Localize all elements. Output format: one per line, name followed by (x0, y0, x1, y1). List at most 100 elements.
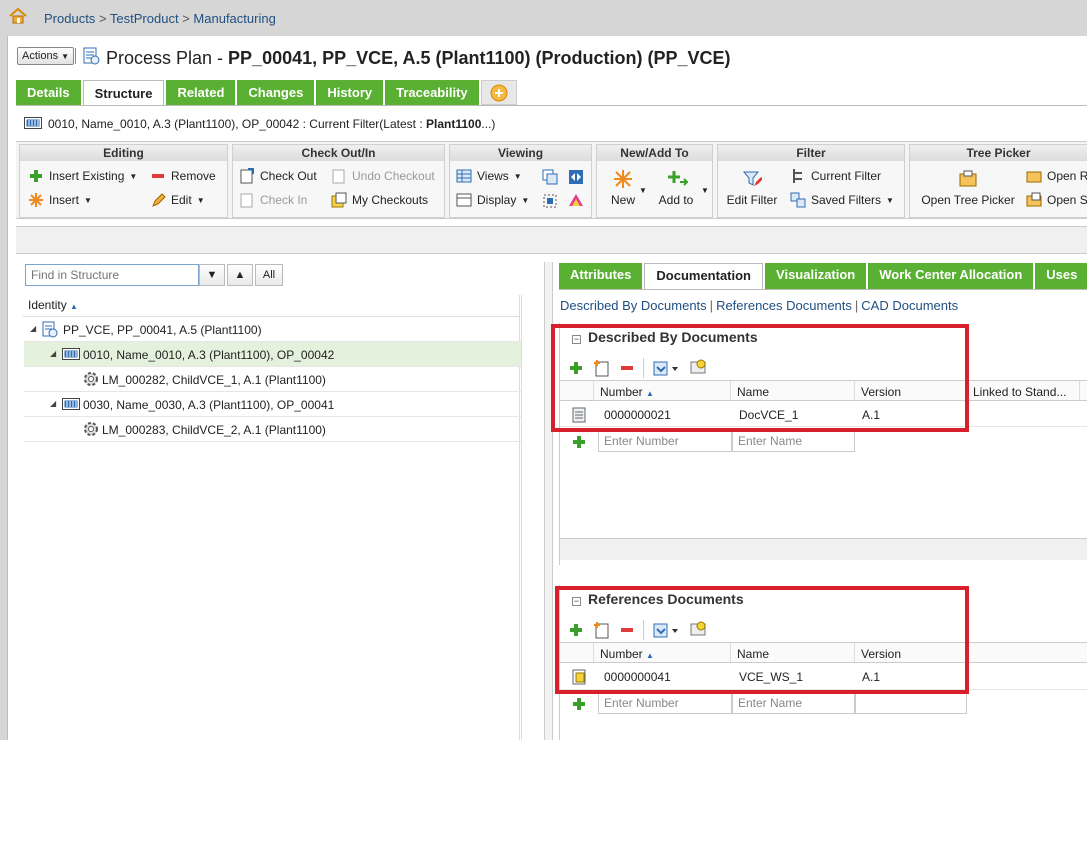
breadcrumb-separator: > (98, 11, 107, 26)
chevron-down-icon: ▼ (513, 171, 522, 181)
enter-number-input[interactable]: Enter Number (598, 430, 732, 452)
tree-row[interactable]: ◢ PP_VCE, PP_00041, A.5 (Plant1100) (24, 317, 521, 342)
enter-name-input[interactable]: Enter Name (732, 692, 855, 714)
undo-checkout-icon (331, 168, 347, 184)
tab-changes[interactable]: Changes (237, 80, 315, 105)
tab-uses[interactable]: Uses (1035, 263, 1087, 289)
check-out-button[interactable]: Check Out (239, 168, 317, 184)
tree-row[interactable]: LM_000283, ChildVCE_2, A.1 (Plant1100) (24, 417, 521, 442)
divider (75, 48, 76, 64)
display-button[interactable]: Display ▼ (456, 192, 529, 208)
expanded-triangle-icon[interactable]: ◢ (50, 399, 56, 408)
actions-button[interactable]: Actions ▼ (17, 47, 75, 65)
tree-row-selected[interactable]: ◢ 0010, Name_0010, A.3 (Plant1100), OP_0… (24, 342, 521, 367)
tree-picker-icon (958, 169, 978, 189)
link-described-by-documents[interactable]: Described By Documents (560, 298, 707, 313)
tab-traceability[interactable]: Traceability (385, 80, 479, 105)
edit-button[interactable]: Edit ▼ (150, 192, 205, 208)
chevron-down-icon[interactable]: ▼ (639, 186, 647, 195)
group-title: New/Add To (597, 145, 712, 161)
panel-footer (560, 538, 1087, 560)
tab-documentation[interactable]: Documentation (644, 263, 764, 289)
version-input[interactable] (855, 692, 967, 714)
tab-structure[interactable]: Structure (82, 80, 165, 106)
column-header-identity[interactable]: Identity ▲ (23, 295, 520, 317)
open-r-button[interactable]: Open R (1026, 168, 1087, 184)
add-row-icon[interactable] (571, 434, 587, 453)
saved-filters-label: Saved Filters (811, 193, 882, 207)
copy-view-icon[interactable] (542, 169, 558, 188)
new-button[interactable]: New (603, 169, 643, 207)
saved-filters-button[interactable]: Saved Filters ▼ (790, 192, 894, 208)
chevron-down-icon: ▼ (61, 52, 70, 61)
edit-filter-label: Edit Filter (726, 193, 778, 207)
enter-number-input[interactable]: Enter Number (598, 692, 732, 714)
find-next-button[interactable]: ▼ (199, 264, 225, 286)
link-cad-documents[interactable]: CAD Documents (861, 298, 958, 313)
undo-checkout-button[interactable]: Undo Checkout (331, 168, 435, 184)
expanded-triangle-icon[interactable]: ◢ (50, 349, 56, 358)
new-label: New (610, 193, 635, 207)
tab-history[interactable]: History (316, 80, 384, 105)
toolbar-ribbon: Editing Insert Existing ▼ Remove Insert ▼ … (16, 141, 1087, 219)
open-tree-picker-button[interactable]: Open Tree Picker (916, 169, 1020, 207)
home-icon[interactable] (9, 7, 27, 27)
tree-row[interactable]: LM_000282, ChildVCE_1, A.1 (Plant1100) (24, 367, 521, 392)
open-s-label: Open S (1047, 193, 1087, 207)
enter-name-input[interactable]: Enter Name (732, 430, 855, 452)
insert-button[interactable]: Insert ▼ (28, 192, 92, 208)
add-to-icon (666, 169, 690, 189)
add-row-icon[interactable] (571, 696, 587, 715)
chevron-down-icon[interactable]: ▼ (701, 186, 709, 195)
chevron-down-icon: ▼ (129, 171, 138, 181)
edit-filter-button[interactable]: Edit Filter (724, 169, 780, 207)
operation-icon (62, 397, 80, 415)
color-icon[interactable] (568, 193, 584, 212)
my-checkouts-button[interactable]: My Checkouts (331, 192, 428, 208)
open-s-button[interactable]: Open S (1026, 192, 1087, 208)
tab-details[interactable]: Details (16, 80, 81, 105)
expanded-triangle-icon[interactable]: ◢ (30, 324, 36, 333)
chevron-down-icon: ▼ (886, 195, 894, 205)
select-icon[interactable] (542, 193, 558, 212)
process-plan-icon (83, 47, 100, 68)
current-filter-button[interactable]: Current Filter (790, 168, 881, 184)
breadcrumb-item-testproduct[interactable]: TestProduct (110, 11, 179, 26)
edit-label: Edit (171, 193, 192, 207)
tab-visualization[interactable]: Visualization (765, 263, 867, 289)
find-in-structure-input[interactable] (25, 264, 199, 286)
remove-button[interactable]: Remove (150, 168, 216, 184)
sort-ascending-icon: ▲ (70, 302, 78, 311)
breadcrumb-item-manufacturing[interactable]: Manufacturing (193, 11, 275, 26)
tab-work-center-allocation[interactable]: Work Center Allocation (868, 263, 1034, 289)
folder-icon (1026, 192, 1042, 208)
insert-existing-button[interactable]: Insert Existing ▼ (28, 168, 137, 184)
compare-icon[interactable] (568, 169, 584, 188)
gear-icon (83, 371, 99, 390)
highlight-box-described (551, 324, 969, 432)
tree-row-label: 0010, Name_0010, A.3 (Plant1100), OP_000… (83, 348, 335, 362)
undo-checkout-label: Undo Checkout (352, 169, 435, 183)
tab-attributes[interactable]: Attributes (559, 263, 643, 289)
find-previous-button[interactable]: ▲ (227, 264, 253, 286)
plus-icon (28, 168, 44, 184)
column-header-linked[interactable]: Linked to Stand... (967, 381, 1080, 400)
chevron-down-icon: ▼ (206, 269, 218, 281)
context-bar: 0010, Name_0010, A.3 (Plant1100), OP_000… (16, 111, 1087, 137)
breadcrumb-separator: > (182, 11, 190, 26)
tab-underline (16, 105, 1087, 106)
folder-icon (1026, 168, 1042, 184)
breadcrumb-item-products[interactable]: Products (44, 11, 95, 26)
link-references-documents[interactable]: References Documents (716, 298, 852, 313)
tab-related[interactable]: Related (166, 80, 236, 105)
views-button[interactable]: Views ▼ (456, 168, 522, 184)
find-all-button[interactable]: All (255, 264, 283, 286)
tree-row-label: 0030, Name_0030, A.3 (Plant1100), OP_000… (83, 398, 335, 412)
breadcrumb-bar: Products > TestProduct > Manufacturing (0, 0, 1087, 36)
add-tab-button[interactable] (480, 80, 517, 105)
add-to-button[interactable]: Add to (653, 169, 699, 207)
tree-row-label: PP_VCE, PP_00041, A.5 (Plant1100) (63, 323, 262, 337)
edit-filter-icon (742, 169, 763, 189)
tree-row[interactable]: ◢ 0030, Name_0030, A.3 (Plant1100), OP_0… (24, 392, 521, 417)
check-in-button[interactable]: Check In (239, 192, 307, 208)
